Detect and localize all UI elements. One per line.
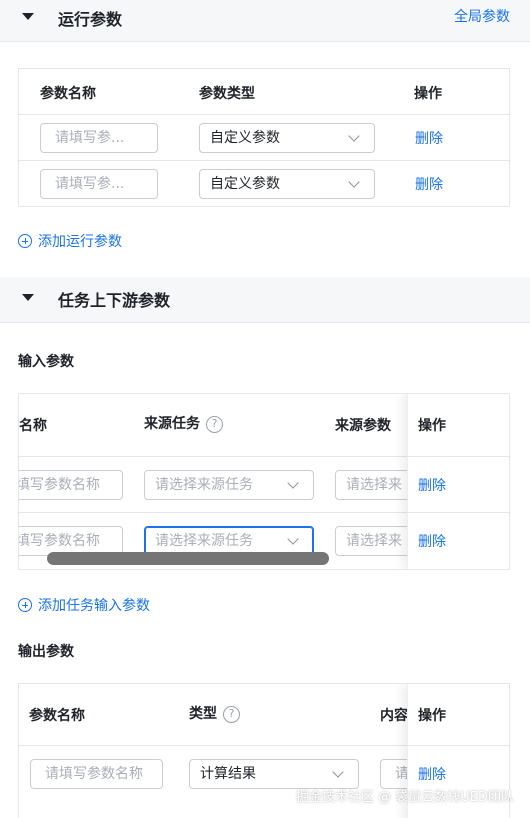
row-divider xyxy=(408,456,509,457)
chevron-down-icon xyxy=(348,176,360,188)
caret-down-icon[interactable] xyxy=(22,294,34,301)
run-params-header[interactable]: 运行参数 全局参数 xyxy=(0,0,530,42)
add-run-param-button[interactable]: 添加运行参数 xyxy=(18,231,122,251)
column-header-source-param: 来源参数 xyxy=(335,418,391,434)
row-divider xyxy=(19,160,509,161)
param-name-input[interactable]: 填写参数名称 xyxy=(19,470,123,500)
column-header-action: 操作 xyxy=(418,418,446,434)
column-header-name: 参数名称 xyxy=(40,86,96,102)
output-type-select[interactable]: 计算结果 xyxy=(189,759,359,789)
source-task-select[interactable]: 请选择来源任务 xyxy=(144,470,314,500)
help-icon[interactable]: ? xyxy=(223,706,240,723)
type-label: 类型 xyxy=(189,706,217,722)
chevron-down-icon xyxy=(287,533,299,545)
column-header-type: 参数类型 xyxy=(199,86,255,102)
horizontal-scrollbar[interactable] xyxy=(47,552,329,565)
column-header-type: 类型? xyxy=(189,703,240,723)
run-params-title: 运行参数 xyxy=(58,10,123,29)
help-icon[interactable]: ? xyxy=(206,416,223,433)
add-input-param-label: 添加任务输入参数 xyxy=(38,598,150,614)
delete-button[interactable]: 删除 xyxy=(418,531,446,551)
delete-button[interactable]: 删除 xyxy=(418,764,446,784)
plus-circle-icon xyxy=(18,234,32,248)
fixed-action-column: 操作 删除 删除 xyxy=(407,394,509,569)
param-type-value: 自定义参数 xyxy=(210,176,280,192)
upstream-params-header[interactable]: 任务上下游参数 xyxy=(0,277,530,323)
global-params-link[interactable]: 全局参数 xyxy=(454,6,510,26)
add-input-param-button[interactable]: 添加任务输入参数 xyxy=(18,595,150,615)
column-header-action: 操作 xyxy=(414,86,442,102)
input-params-title: 输入参数 xyxy=(18,354,74,370)
chevron-down-icon xyxy=(348,130,360,142)
param-name-input[interactable]: 请填写参... xyxy=(40,169,158,199)
column-header-source-task: 来源任务? xyxy=(144,413,223,433)
run-params-table: 参数名称 参数类型 操作 请填写参... 自定义参数 删除 请填写参... 自定… xyxy=(18,68,510,207)
input-params-table: 名称 来源任务? 来源参数 填写参数名称 请选择来源任务 请选择来 填写参数名称… xyxy=(18,393,510,570)
plus-circle-icon xyxy=(18,598,32,612)
caret-down-icon[interactable] xyxy=(22,13,34,20)
param-type-select[interactable]: 自定义参数 xyxy=(199,169,375,199)
column-header-action: 操作 xyxy=(418,708,446,724)
source-task-placeholder: 请选择来源任务 xyxy=(155,533,253,549)
param-type-select[interactable]: 自定义参数 xyxy=(199,123,375,153)
delete-button[interactable]: 删除 xyxy=(415,174,443,194)
param-name-input[interactable]: 请填写参数名称 xyxy=(30,759,163,789)
source-task-placeholder: 请选择来源任务 xyxy=(155,477,253,493)
row-divider xyxy=(19,114,509,115)
watermark-text: 掘金技术社区 @ 袋鼠云数栈UED团队 xyxy=(295,790,514,805)
output-params-title: 输出参数 xyxy=(18,644,74,660)
column-header-content: 内容 xyxy=(380,708,408,724)
param-name-input[interactable]: 请填写参... xyxy=(40,123,158,153)
upstream-params-title: 任务上下游参数 xyxy=(58,291,171,310)
add-run-param-label: 添加运行参数 xyxy=(38,234,122,250)
delete-button[interactable]: 删除 xyxy=(418,475,446,495)
output-type-value: 计算结果 xyxy=(200,766,256,782)
chevron-down-icon xyxy=(287,477,299,489)
source-task-label: 来源任务 xyxy=(144,416,200,432)
delete-button[interactable]: 删除 xyxy=(415,128,443,148)
chevron-down-icon xyxy=(332,766,344,778)
column-header-name: 名称 xyxy=(19,418,47,434)
param-type-value: 自定义参数 xyxy=(210,130,280,146)
row-divider xyxy=(408,512,509,513)
column-header-name: 参数名称 xyxy=(29,708,85,724)
row-divider xyxy=(408,745,509,746)
